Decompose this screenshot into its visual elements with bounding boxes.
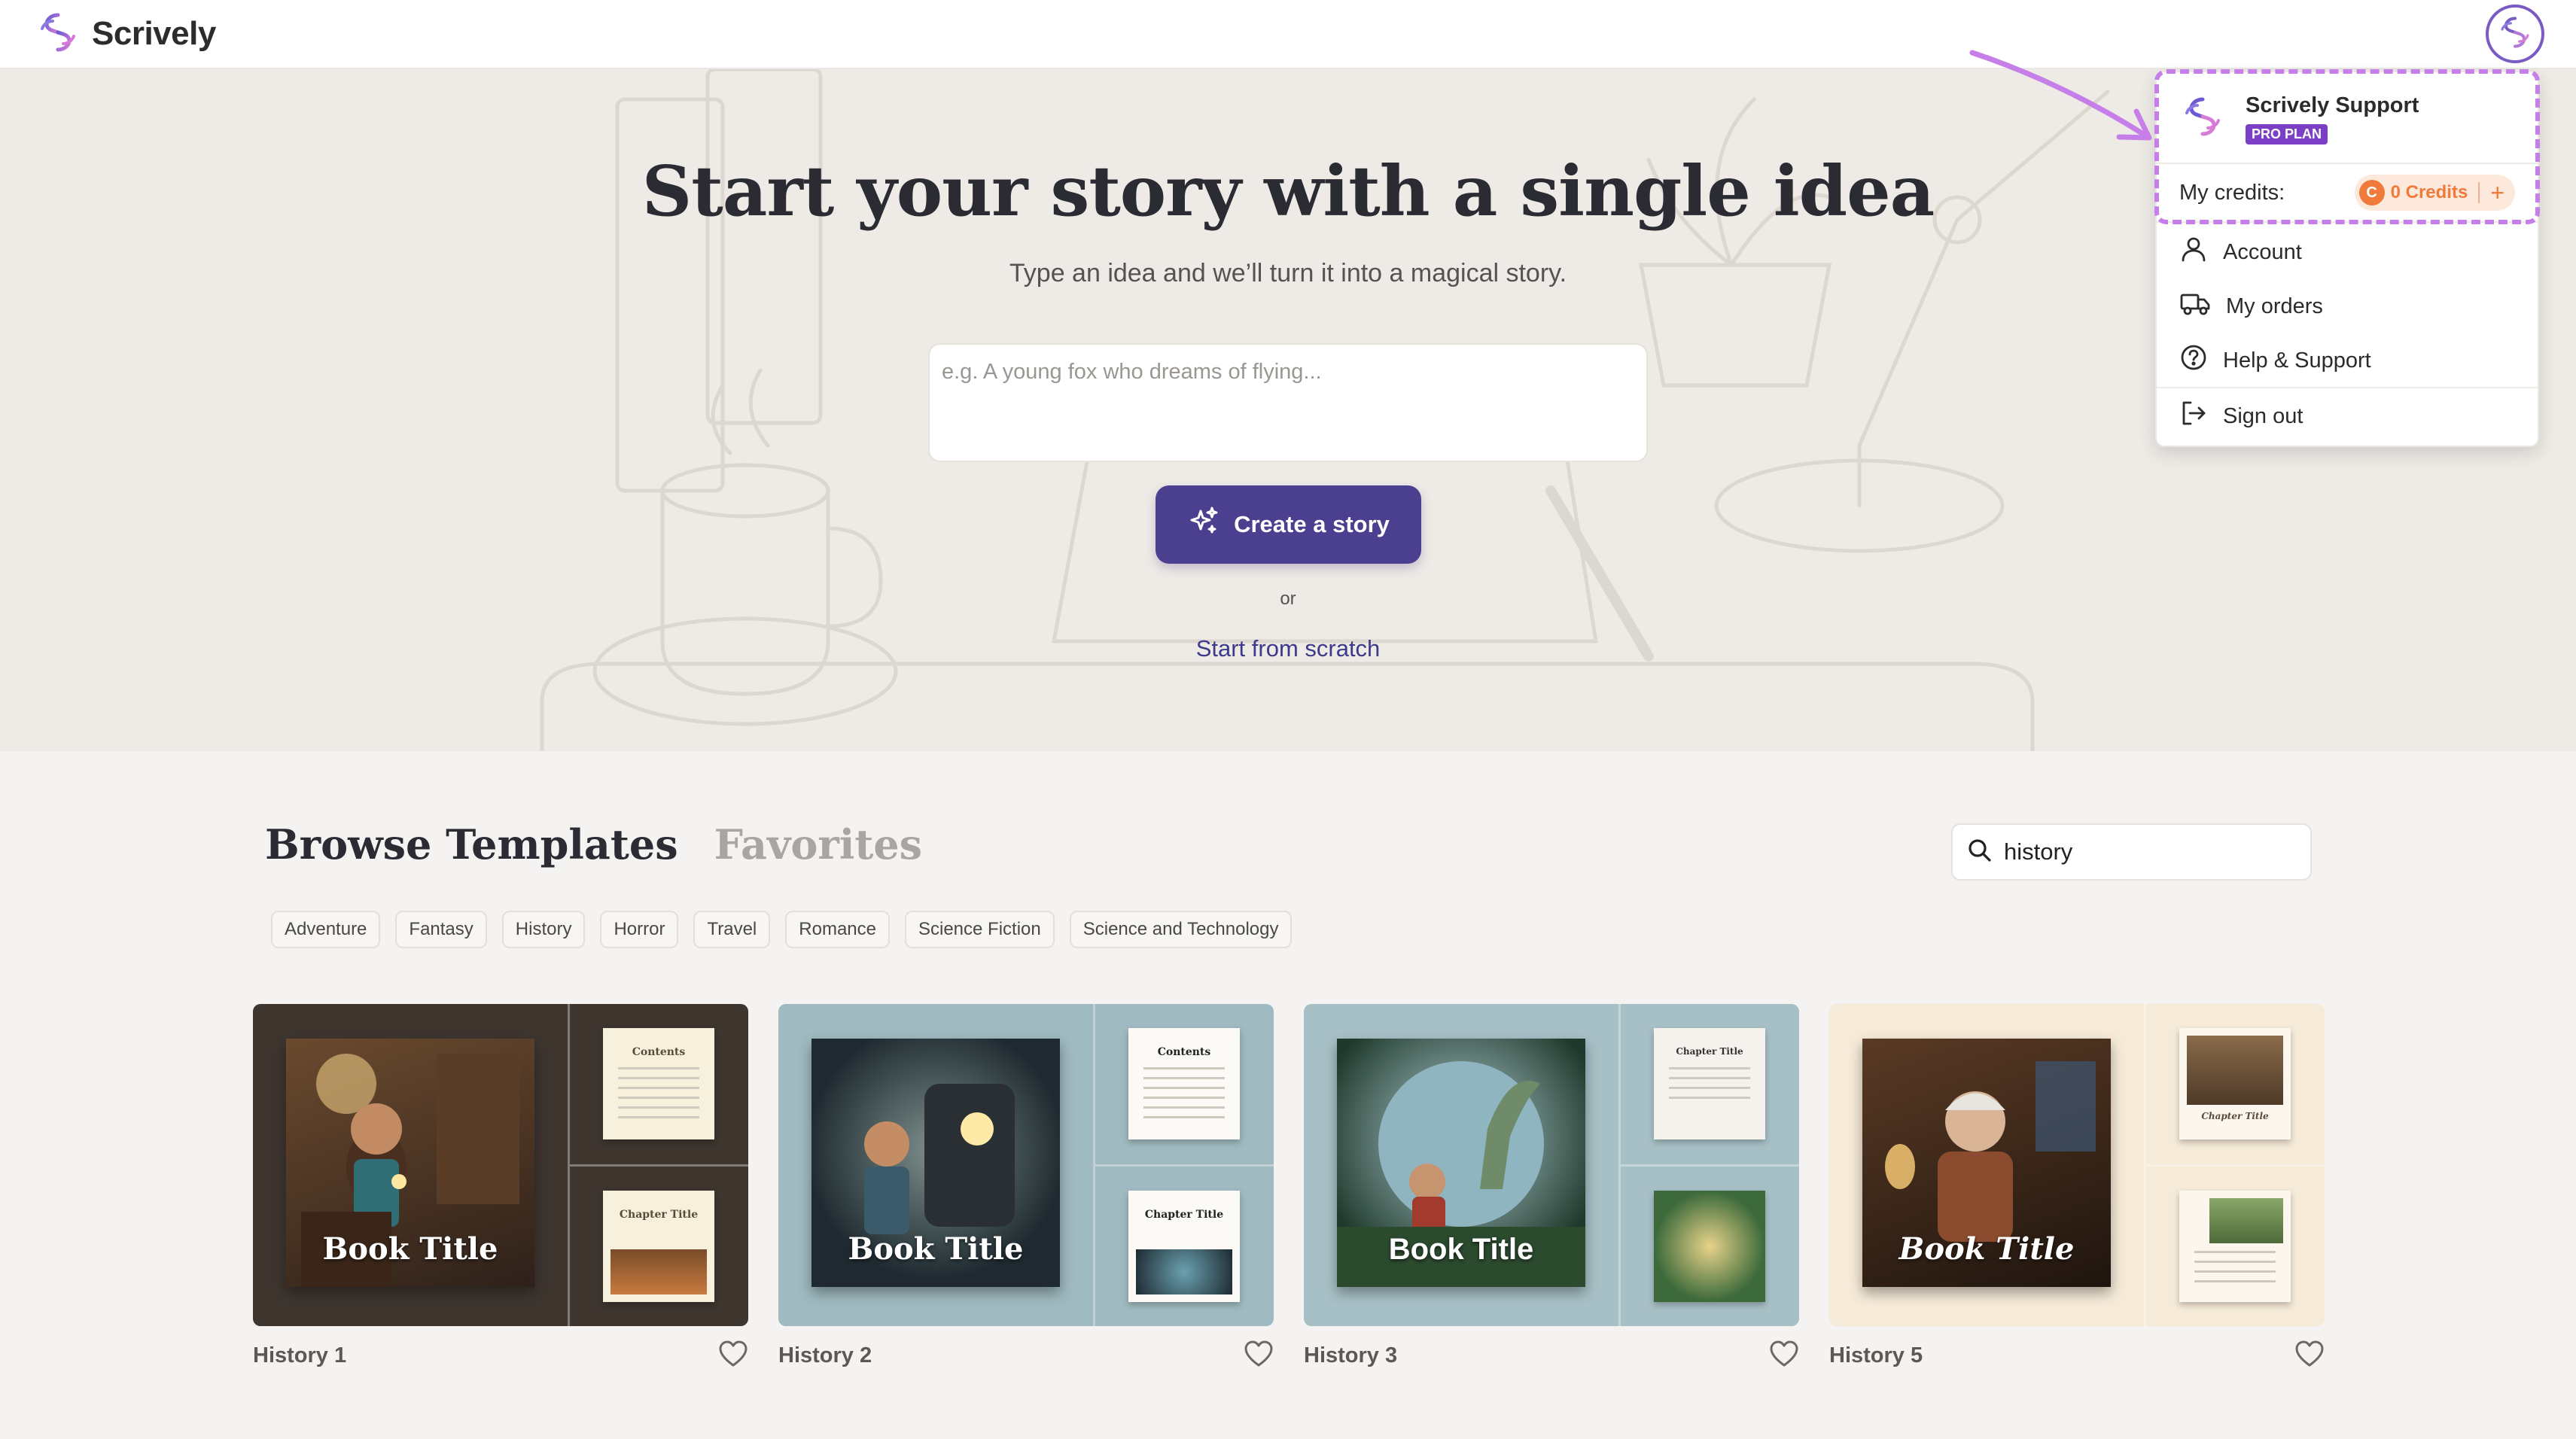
- category-chips: Adventure Fantasy History Horror Travel …: [271, 911, 1293, 948]
- chip-science-fiction[interactable]: Science Fiction: [904, 911, 1055, 948]
- heart-icon[interactable]: [718, 1340, 748, 1372]
- book-cover: Book Title: [1337, 1039, 1585, 1287]
- page-preview: Contents: [1128, 1028, 1240, 1139]
- template-label[interactable]: History 3: [1304, 1343, 1397, 1368]
- credits-label: My credits:: [2179, 180, 2285, 205]
- menu-item-label: Help & Support: [2223, 348, 2371, 373]
- chip-travel[interactable]: Travel: [693, 911, 771, 948]
- tab-browse-templates[interactable]: Browse Templates: [265, 820, 678, 869]
- start-from-scratch-link[interactable]: Start from scratch: [1196, 635, 1381, 662]
- page-title: Chapter Title: [619, 1208, 699, 1221]
- start-from-scratch-container: Start from scratch: [0, 635, 2576, 662]
- scrively-logo-icon: [2179, 93, 2226, 144]
- menu-user-header: Scrively Support PRO PLAN: [2179, 93, 2419, 145]
- page-preview: [1654, 1190, 1765, 1302]
- page-preview: Contents: [603, 1028, 714, 1139]
- template-search[interactable]: [1951, 823, 2312, 881]
- cover-title: Book Title: [848, 1231, 1024, 1267]
- template-tabs: Browse Templates Favorites: [265, 820, 922, 869]
- chip-history[interactable]: History: [501, 911, 586, 948]
- template-label[interactable]: History 1: [253, 1343, 346, 1368]
- book-cover: Book Title: [1862, 1039, 2111, 1287]
- credits-pill[interactable]: C 0 Credits +: [2354, 175, 2515, 211]
- or-divider-text: or: [1280, 589, 1296, 609]
- menu-item-sign-out[interactable]: Sign out: [2179, 394, 2515, 438]
- template-card[interactable]: Book Title Contents Chapter Title Histor…: [778, 1004, 1274, 1372]
- chip-science-and-technology[interactable]: Science and Technology: [1069, 911, 1293, 948]
- cover-title: Book Title: [1388, 1233, 1534, 1266]
- top-bar: Scrively: [0, 0, 2576, 69]
- page-preview: Chapter Title: [1654, 1028, 1765, 1139]
- menu-item-label: Sign out: [2223, 403, 2303, 428]
- template-grid: Book Title Contents Chapter Title Histor…: [253, 1004, 2325, 1372]
- chip-horror[interactable]: Horror: [600, 911, 679, 948]
- add-credits-button[interactable]: +: [2490, 179, 2504, 207]
- chip-adventure[interactable]: Adventure: [271, 911, 381, 948]
- menu-divider: [2157, 387, 2538, 388]
- page-title: Chapter Title: [1144, 1208, 1224, 1221]
- heart-icon[interactable]: [2294, 1340, 2325, 1372]
- template-card[interactable]: Book Title Chapter Title History 3: [1304, 1004, 1799, 1372]
- search-icon: [1966, 837, 1993, 868]
- template-card[interactable]: Book Title Chapter Title History 5: [1829, 1004, 2325, 1372]
- template-label[interactable]: History 2: [778, 1343, 872, 1368]
- page-title: Contents: [1157, 1046, 1211, 1058]
- page-preview: Chapter Title: [2179, 1028, 2291, 1139]
- credits-value: 0 Credits: [2390, 182, 2468, 202]
- template-search-input[interactable]: [2004, 838, 2290, 866]
- tab-favorites[interactable]: Favorites: [714, 820, 922, 869]
- sign-out-icon: [2179, 399, 2208, 434]
- sparkles-icon: [1187, 505, 1220, 544]
- menu-item-label: Account: [2223, 239, 2302, 264]
- credits-row: My credits: C 0 Credits +: [2179, 175, 2515, 211]
- help-circle-icon: [2179, 343, 2208, 378]
- page-title: Contents: [632, 1046, 686, 1058]
- template-label[interactable]: History 5: [1829, 1343, 1923, 1368]
- menu-divider: [2157, 221, 2538, 223]
- brand-name: Scrively: [92, 15, 216, 52]
- pill-separator: [2478, 182, 2480, 203]
- menu-divider: [2157, 163, 2538, 164]
- page-preview: [2179, 1190, 2291, 1302]
- menu-user-name: Scrively Support: [2246, 93, 2419, 117]
- template-thumbnail[interactable]: Book Title Chapter Title: [1829, 1004, 2325, 1326]
- heart-icon[interactable]: [1769, 1340, 1799, 1372]
- create-story-button[interactable]: Create a story: [1156, 485, 1421, 564]
- user-menu: Scrively Support PRO PLAN My credits: C …: [2155, 71, 2539, 447]
- page-title: Chapter Title: [2201, 1111, 2269, 1121]
- story-idea-input[interactable]: [928, 343, 1648, 462]
- menu-item-label: My orders: [2226, 294, 2323, 318]
- create-story-label: Create a story: [1234, 511, 1390, 537]
- page-preview: Chapter Title: [1128, 1190, 1240, 1302]
- user-avatar-button[interactable]: [2486, 5, 2544, 63]
- user-icon: [2179, 235, 2208, 269]
- heart-icon[interactable]: [1244, 1340, 1274, 1372]
- scrively-logo-icon: [35, 9, 81, 59]
- template-thumbnail[interactable]: Book Title Contents Chapter Title: [253, 1004, 748, 1326]
- annotation-arrow-icon: [1969, 50, 2152, 141]
- page-title: Chapter Title: [1676, 1046, 1743, 1057]
- chip-romance[interactable]: Romance: [785, 911, 890, 948]
- chip-fantasy[interactable]: Fantasy: [395, 911, 487, 948]
- coin-icon: C: [2358, 180, 2385, 205]
- menu-item-help-support[interactable]: Help & Support: [2179, 339, 2515, 382]
- template-thumbnail[interactable]: Book Title Contents Chapter Title: [778, 1004, 1274, 1326]
- menu-item-account[interactable]: Account: [2179, 230, 2515, 274]
- template-card[interactable]: Book Title Contents Chapter Title Histor…: [253, 1004, 748, 1372]
- book-cover: Book Title: [286, 1039, 534, 1287]
- scrively-logo-icon: [2496, 14, 2534, 55]
- brand[interactable]: Scrively: [35, 9, 216, 59]
- cover-title: Book Title: [322, 1231, 498, 1267]
- truck-icon: [2179, 289, 2211, 324]
- template-thumbnail[interactable]: Book Title Chapter Title: [1304, 1004, 1799, 1326]
- plan-badge: PRO PLAN: [2246, 124, 2328, 145]
- menu-item-my-orders[interactable]: My orders: [2179, 284, 2515, 328]
- cover-title: Book Title: [1899, 1231, 2075, 1267]
- page-preview: Chapter Title: [603, 1190, 714, 1302]
- book-cover: Book Title: [811, 1039, 1060, 1287]
